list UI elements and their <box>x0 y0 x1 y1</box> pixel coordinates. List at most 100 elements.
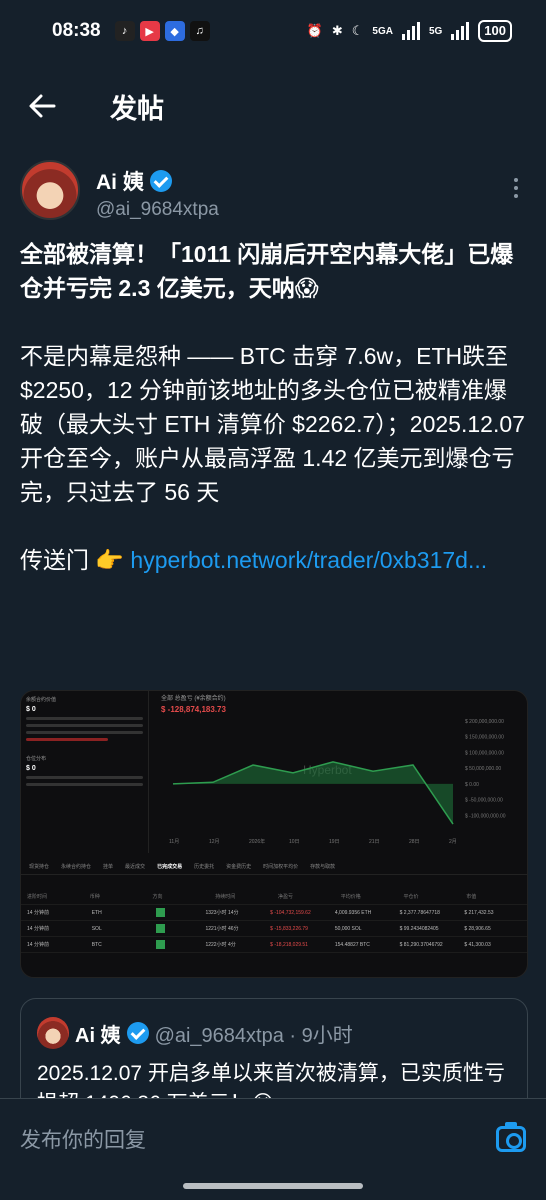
post-link[interactable]: hyperbot.network/trader/0xb317d... <box>130 547 487 573</box>
net-label-2: 5G <box>428 25 443 37</box>
ss-tab[interactable]: 资金费历史 <box>226 863 251 870</box>
reply-input[interactable]: 发布你的回复 <box>20 1124 146 1154</box>
y-tick-label: $ -100,000,000.00 <box>465 813 506 819</box>
ss-header-cell: 进阶时间 <box>27 894 48 900</box>
status-time: 08:38 <box>52 20 101 41</box>
y-tick-label: $ -50,000,000.00 <box>465 798 503 804</box>
camera-icon[interactable] <box>496 1121 526 1152</box>
ss-cell: ETH <box>91 909 102 916</box>
ss-cell: BTC <box>91 941 102 948</box>
ss-cell: 14 分钟前 <box>27 910 49 916</box>
ss-header-cell: 持续时间 <box>215 894 236 900</box>
long-tag-icon <box>156 924 166 933</box>
ss-tab[interactable]: 挂单 <box>103 863 113 870</box>
x-tick-label: 2月 <box>449 839 457 845</box>
x-tick-label: 28日 <box>409 839 420 845</box>
ss-cell: $ -104,732,159.62 <box>270 909 311 916</box>
x-tick-label: 19日 <box>329 839 340 845</box>
page-title: 发帖 <box>110 93 164 124</box>
ss-tab[interactable]: 最近成交 <box>125 863 145 870</box>
long-tag-icon <box>156 908 166 917</box>
ss-left-panel: 余额合约价值 $ 0 仓位分布 $ 0 <box>21 691 149 853</box>
more-options-icon[interactable] <box>514 178 526 198</box>
x-tick-label: 10日 <box>289 839 300 845</box>
ss-table-row: 14 分钟前 ETH 1323小时 14分 $ -104,732,159.62 4,00… <box>21 905 527 921</box>
ss-cell: $ 41,300.03 <box>464 941 491 948</box>
ss-header-cell: 币种 <box>89 894 100 900</box>
ss-tab[interactable]: 永续合约持仓 <box>61 863 91 870</box>
ss-tab[interactable]: 存款与取款 <box>310 863 335 870</box>
ss-pnl-chart: 全部 总盈亏 (¥余额合约) $ -128,874,183.73 Hyperbo… <box>153 691 527 853</box>
ss-table: 进阶时间 币种 方向 持续时间 净盈亏 平均价格 平仓价 市值 14 分钟前 ETH 1323小时 … <box>21 889 527 953</box>
x-tick-label: 11月 <box>169 839 179 845</box>
x-tick-label: 2026年 <box>249 838 265 845</box>
author-name[interactable]: Ai 姨 <box>96 166 144 196</box>
ss-tab[interactable]: 时间加权平均价 <box>263 863 298 870</box>
portal-label: 传送门 👉 <box>20 547 131 573</box>
ss-tab[interactable]: 历史委托 <box>194 863 214 870</box>
author-handle[interactable]: @ai_9684xtpa <box>96 199 219 221</box>
ss-cell: $ -15,833,226.79 <box>270 925 308 932</box>
net-label-1: 5GA <box>372 25 393 37</box>
status-indicators: ⏰ ✱ ☾ 5GA 5G 100 <box>307 20 512 42</box>
ss-table-row: 14 分钟前 BTC 1222小时 4分 $ -18,218,029.51 154.48… <box>21 937 527 953</box>
ss-cell: 1323小时 14分 <box>205 910 239 916</box>
long-tag-icon <box>156 940 166 949</box>
ss-cell: $ -18,218,029.51 <box>270 941 308 948</box>
ss-header-cell: 净盈亏 <box>278 894 294 900</box>
ss-cell: 50,000 SOL <box>334 925 362 932</box>
y-tick-label: $ 50,000,000.00 <box>465 766 501 772</box>
ss-cell: 14 分钟前 <box>27 926 49 932</box>
ss-tab[interactable]: 现货持仓 <box>29 863 49 870</box>
verified-badge-icon <box>149 170 172 192</box>
author-meta: Ai 姨 @ai_9684xtpa <box>96 160 219 221</box>
battery-indicator: 100 <box>478 20 512 42</box>
post-text: 全部被清算！「1011 闪崩后开空内幕大佬」已爆仓并亏完 2.3 亿美元，天呐😱… <box>20 237 526 577</box>
bluetooth-icon: ✱ <box>331 23 343 38</box>
ss-cell: $ 99.2434082405 <box>399 925 439 932</box>
ss-cell: 1222小时 4分 <box>205 942 236 948</box>
ss-cell: 4,009.9356 ETH <box>334 909 372 916</box>
ss-cell: $ 217,432.53 <box>464 909 494 916</box>
author-row: Ai 姨 @ai_9684xtpa <box>20 160 526 221</box>
ss-cell: SOL <box>91 925 102 932</box>
post-headline: 全部被清算！「1011 闪崩后开空内幕大佬」已爆仓并亏完 2.3 亿美元，天呐😱 <box>20 241 514 301</box>
store-icon: ▶ <box>139 21 160 41</box>
ss-cell: 1221小时 46分 <box>205 926 239 932</box>
ss-tab[interactable]: 已完成交易 <box>157 863 182 870</box>
post: Ai 姨 @ai_9684xtpa 全部被清算！「1011 闪崩后开空内幕大佬」… <box>0 160 546 577</box>
signal-icon <box>401 22 420 40</box>
y-tick-label: $ 150,000,000.00 <box>465 735 504 741</box>
ss-tabs: 现货持仓 永续合约持仓 挂单 最近成交 已完成交易 历史委托 资金费历史 时间加权平均价 存款与… <box>21 859 527 875</box>
y-tick-label: $ 0.00 <box>465 782 479 788</box>
notification-icons: ♪ ▶ ◆ ♫ <box>114 21 210 41</box>
y-tick-label: $ 100,000,000.00 <box>465 750 504 756</box>
pnl-area <box>173 761 453 825</box>
quote-handle: @ai_9684xtpa · 9小时 <box>154 1024 353 1047</box>
douyin-icon: ♪ <box>114 21 135 41</box>
ss-header-cell: 平仓价 <box>403 894 419 900</box>
x-tick-label: 12月 <box>209 839 220 845</box>
ss-header-cell: 市值 <box>466 894 477 900</box>
post-body: 不是内幕是怨种 —— BTC 击穿 7.6w，ETH跌至 $2250，12 分钟… <box>20 343 532 505</box>
ss-table-header: 进阶时间 币种 方向 持续时间 净盈亏 平均价格 平仓价 市值 <box>21 889 527 905</box>
pnl-value: $ -128,874,183.73 <box>161 705 226 714</box>
status-bar: 08:38 ♪ ▶ ◆ ♫ ⏰ ✱ ☾ 5GA 5G 100 <box>0 0 546 62</box>
home-indicator[interactable] <box>183 1183 363 1189</box>
back-arrow-icon[interactable] <box>26 90 58 122</box>
reply-bar: 发布你的回复 <box>0 1098 546 1178</box>
quote-avatar <box>37 1017 69 1049</box>
tiktok-icon: ♫ <box>189 21 210 41</box>
ss-header-cell: 方向 <box>152 894 163 900</box>
avatar[interactable] <box>20 160 80 220</box>
y-tick-label: $ 200,000,000.00 <box>465 719 504 725</box>
top-bar: 发帖 <box>0 62 546 150</box>
signal-icon-2 <box>451 22 470 40</box>
ss-header-cell: 平均价格 <box>340 894 361 900</box>
attached-image[interactable]: 余额合约价值 $ 0 仓位分布 $ 0 全部 总盈亏 (¥余额合约) $ -12… <box>20 690 528 978</box>
app-icon: ◆ <box>164 21 185 41</box>
quote-author: Ai 姨 <box>75 1024 121 1047</box>
ss-table-row: 14 分钟前 SOL 1221小时 46分 $ -15,833,226.79 50,00… <box>21 921 527 937</box>
ss-cell: $ 2,377.78647718 <box>399 909 440 916</box>
ss-cell: $ 28,906.65 <box>464 925 491 932</box>
